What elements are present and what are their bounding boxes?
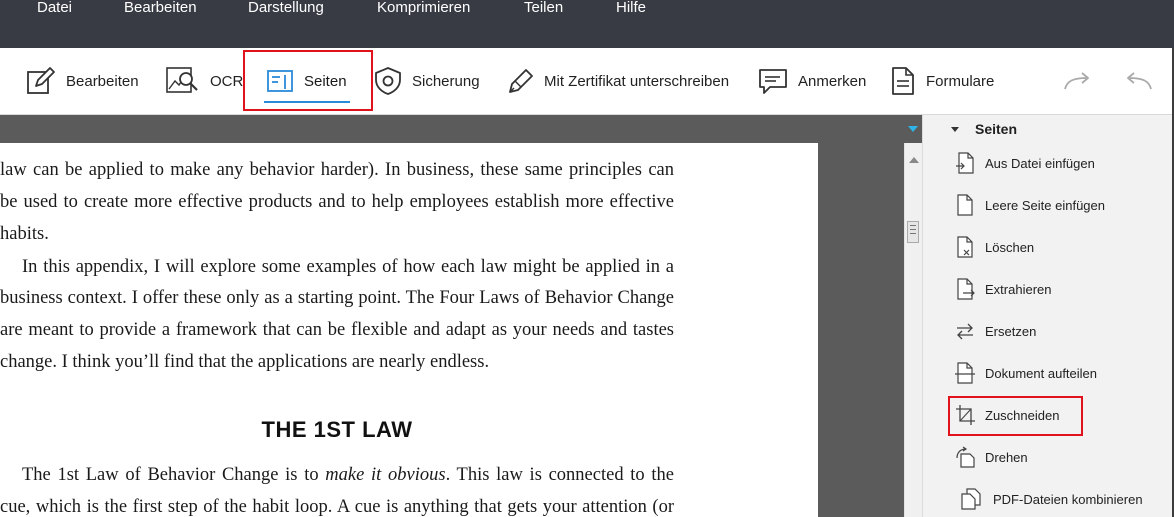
panel-item-label: Zuschneiden bbox=[985, 407, 1060, 423]
menu-compress[interactable]: Komprimieren bbox=[377, 0, 470, 18]
panel-item-label: Drehen bbox=[985, 449, 1028, 465]
toolbar: Bearbeiten OCR Seiten Sicherung Mit Zert… bbox=[0, 48, 1174, 115]
blank-page-icon bbox=[957, 194, 973, 216]
text-line: law can be applied to make any behavior … bbox=[0, 160, 674, 180]
edit-button[interactable]: Bearbeiten bbox=[26, 48, 139, 114]
panel-item-replace[interactable]: Ersetzen bbox=[955, 320, 1036, 342]
ocr-label: OCR bbox=[210, 72, 244, 90]
panel-item-delete[interactable]: Löschen bbox=[955, 236, 1034, 258]
panel-item-extract[interactable]: Extrahieren bbox=[955, 278, 1051, 300]
insert-file-icon bbox=[956, 152, 974, 174]
text-segment: . This law is connected to the bbox=[445, 465, 674, 485]
menu-bar: Datei Bearbeiten Darstellung Komprimiere… bbox=[0, 0, 1174, 48]
dropdown-arrow-icon[interactable] bbox=[908, 126, 918, 132]
rotate-icon bbox=[956, 446, 975, 468]
text-line: In this appendix, I will explore some ex… bbox=[22, 257, 674, 277]
menu-file[interactable]: Datei bbox=[37, 0, 72, 18]
pen-icon bbox=[509, 69, 533, 93]
form-icon bbox=[892, 67, 914, 95]
panel-item-label: Extrahieren bbox=[985, 281, 1052, 297]
pages-icon bbox=[267, 70, 293, 92]
text-line: cue, which is the first step of the habi… bbox=[0, 497, 674, 517]
comment-label: Anmerken bbox=[798, 72, 867, 90]
pages-panel: Seiten Aus Datei einfügen Leere Seite ei… bbox=[922, 115, 1174, 517]
text-line: are meant to provide a framework that ca… bbox=[0, 320, 674, 340]
scroll-thumb[interactable] bbox=[907, 221, 919, 243]
delete-page-icon bbox=[957, 236, 973, 258]
redo-button[interactable] bbox=[1062, 48, 1092, 114]
collapse-caret-icon[interactable] bbox=[951, 126, 959, 132]
section-heading: THE 1ST LAW bbox=[261, 417, 413, 442]
active-tab-indicator bbox=[264, 101, 350, 103]
vertical-scrollbar[interactable] bbox=[904, 143, 922, 517]
text-line: change. I think you’ll find that the app… bbox=[0, 352, 490, 372]
panel-item-label: PDF-Dateien kombinieren bbox=[993, 491, 1143, 507]
text-line: business context. I offer these only as … bbox=[0, 288, 674, 308]
extract-page-icon bbox=[957, 278, 975, 300]
pages-label: Seiten bbox=[304, 72, 347, 90]
shield-icon bbox=[375, 67, 401, 95]
menu-help[interactable]: Hilfe bbox=[616, 0, 646, 18]
edit-icon bbox=[27, 67, 55, 94]
menu-view[interactable]: Darstellung bbox=[248, 0, 324, 18]
redo-icon bbox=[1064, 72, 1089, 90]
menu-share[interactable]: Teilen bbox=[524, 0, 563, 18]
panel-item-rotate[interactable]: Drehen bbox=[955, 446, 1028, 468]
panel-item-label: Löschen bbox=[985, 239, 1035, 255]
panel-item-split[interactable]: Dokument aufteilen bbox=[955, 362, 1097, 384]
panel-item-label: Leere Seite einfügen bbox=[985, 197, 1105, 213]
panel-item-insert-blank[interactable]: Leere Seite einfügen bbox=[955, 194, 1105, 216]
comment-button[interactable]: Anmerken bbox=[758, 48, 866, 114]
edit-label: Bearbeiten bbox=[66, 72, 139, 90]
panel-item-insert-from-file[interactable]: Aus Datei einfügen bbox=[955, 152, 1095, 174]
undo-icon bbox=[1127, 72, 1152, 90]
protect-label: Sicherung bbox=[412, 72, 480, 90]
sign-label: Mit Zertifikat unterschreiben bbox=[544, 72, 730, 90]
sign-button[interactable]: Mit Zertifikat unterschreiben bbox=[506, 48, 729, 114]
panel-header[interactable]: Seiten bbox=[951, 119, 1017, 139]
document-page: law can be applied to make any behavior … bbox=[0, 143, 818, 517]
panel-title: Seiten bbox=[975, 121, 1018, 137]
document-top-strip bbox=[0, 115, 922, 143]
panel-item-label: Dokument aufteilen bbox=[985, 365, 1098, 381]
forms-label: Formulare bbox=[926, 72, 995, 90]
comment-icon bbox=[759, 69, 787, 94]
text-line: habits. bbox=[0, 224, 49, 244]
forms-button[interactable]: Formulare bbox=[890, 48, 994, 114]
panel-item-label: Aus Datei einfügen bbox=[985, 155, 1095, 171]
undo-button[interactable] bbox=[1124, 48, 1154, 114]
ocr-button[interactable]: OCR bbox=[166, 48, 243, 114]
protect-button[interactable]: Sicherung bbox=[374, 48, 480, 114]
split-document-icon bbox=[955, 362, 975, 384]
text-line: The 1st Law of Behavior Change is to mak… bbox=[0, 463, 674, 487]
menu-edit[interactable]: Bearbeiten bbox=[124, 0, 197, 18]
text-line: be used to create more effective product… bbox=[0, 192, 674, 212]
panel-item-label: Ersetzen bbox=[985, 323, 1037, 339]
scroll-up-arrow-icon[interactable] bbox=[909, 157, 919, 163]
combine-pdf-icon bbox=[961, 488, 981, 510]
text-segment: The 1st Law of Behavior Change is to bbox=[22, 465, 326, 485]
ocr-icon bbox=[166, 67, 198, 93]
replace-icon bbox=[957, 323, 973, 340]
panel-item-crop[interactable]: Zuschneiden bbox=[955, 404, 1059, 426]
document-background bbox=[818, 143, 904, 517]
pages-button[interactable]: Seiten bbox=[266, 48, 347, 114]
crop-icon bbox=[956, 405, 975, 425]
panel-item-combine[interactable]: PDF-Dateien kombinieren bbox=[959, 488, 1143, 510]
emphasis-text: make it obvious bbox=[325, 465, 446, 485]
